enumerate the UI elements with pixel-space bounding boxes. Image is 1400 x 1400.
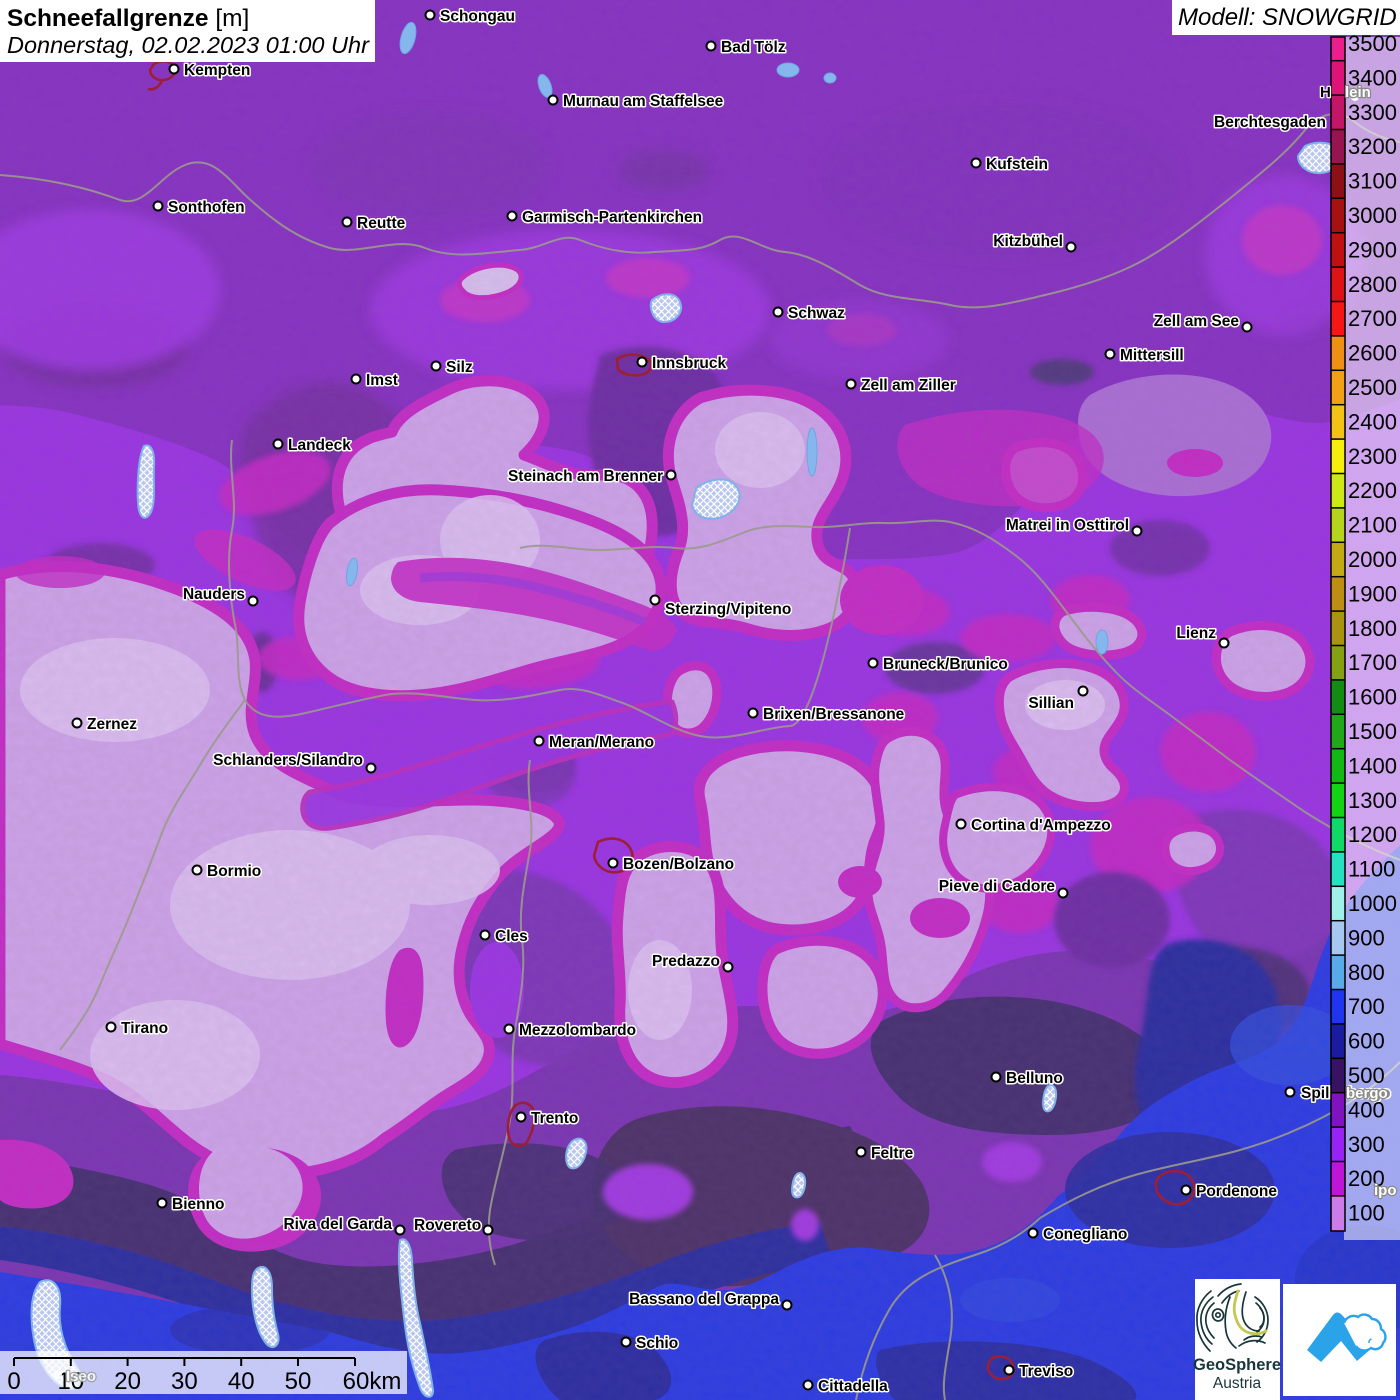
svg-text:ipo: ipo — [1374, 1182, 1397, 1199]
svg-text:2400: 2400 — [1348, 409, 1397, 434]
svg-text:Schwaz: Schwaz — [788, 305, 845, 322]
svg-text:Iseo: Iseo — [66, 1368, 96, 1385]
svg-text:2800: 2800 — [1348, 272, 1397, 297]
svg-text:Sonthofen: Sonthofen — [168, 199, 245, 216]
svg-text:Sterzing/Vipiteno: Sterzing/Vipiteno — [665, 601, 791, 618]
svg-text:100: 100 — [1348, 1201, 1385, 1226]
svg-text:1300: 1300 — [1348, 788, 1397, 813]
svg-text:Sillian: Sillian — [1028, 695, 1074, 712]
svg-text:3300: 3300 — [1348, 100, 1397, 125]
svg-text:Zernez: Zernez — [87, 716, 137, 733]
svg-text:1600: 1600 — [1348, 685, 1397, 710]
svg-text:1900: 1900 — [1348, 581, 1397, 606]
svg-text:20: 20 — [114, 1368, 141, 1395]
svg-text:Bormio: Bormio — [207, 863, 261, 880]
svg-text:Mittersill: Mittersill — [1120, 347, 1184, 364]
svg-text:1100: 1100 — [1348, 857, 1395, 882]
svg-text:Pordenone: Pordenone — [1196, 1183, 1277, 1200]
svg-text:Kufstein: Kufstein — [986, 156, 1048, 173]
svg-text:Bassano del Grappa: Bassano del Grappa — [629, 1291, 779, 1308]
svg-text:Lienz: Lienz — [1176, 625, 1216, 642]
svg-text:Kitzbühel: Kitzbühel — [993, 233, 1063, 250]
svg-text:Riva del Garda: Riva del Garda — [283, 1216, 392, 1233]
svg-text:Bad Tölz: Bad Tölz — [721, 39, 786, 56]
svg-text:Rovereto: Rovereto — [414, 1217, 481, 1234]
svg-text:Meran/Merano: Meran/Merano — [549, 734, 654, 751]
svg-text:Trento: Trento — [531, 1110, 578, 1127]
svg-text:Belluno: Belluno — [1006, 1070, 1063, 1087]
svg-text:900: 900 — [1348, 925, 1385, 950]
svg-text:60km: 60km — [343, 1368, 402, 1395]
svg-text:H: H — [1320, 84, 1331, 101]
svg-text:Pieve di Cadore: Pieve di Cadore — [939, 878, 1056, 895]
svg-text:Steinach am Brenner: Steinach am Brenner — [508, 468, 663, 485]
svg-text:1200: 1200 — [1348, 822, 1397, 847]
svg-text:lein: lein — [1345, 84, 1371, 101]
svg-text:bergo: bergo — [1346, 1085, 1388, 1102]
svg-text:Nauders: Nauders — [183, 586, 245, 603]
svg-text:Zell am Ziller: Zell am Ziller — [861, 377, 956, 394]
svg-text:Predazzo: Predazzo — [652, 953, 720, 970]
svg-text:600: 600 — [1348, 1029, 1385, 1054]
svg-text:1500: 1500 — [1348, 719, 1397, 744]
svg-text:Cles: Cles — [495, 928, 528, 945]
svg-text:GeoSphere: GeoSphere — [1193, 1356, 1281, 1374]
svg-text:Treviso: Treviso — [1019, 1363, 1073, 1380]
svg-text:Bozen/Bolzano: Bozen/Bolzano — [623, 856, 734, 873]
svg-text:Garmisch-Partenkirchen: Garmisch-Partenkirchen — [522, 209, 702, 226]
svg-text:1800: 1800 — [1348, 616, 1397, 641]
svg-text:Modell: SNOWGRID: Modell: SNOWGRID — [1178, 4, 1397, 31]
svg-text:Landeck: Landeck — [288, 437, 351, 454]
svg-text:1400: 1400 — [1348, 753, 1397, 778]
svg-text:Bruneck/Brunico: Bruneck/Brunico — [883, 656, 1008, 673]
svg-text:Bienno: Bienno — [172, 1196, 225, 1213]
svg-text:2200: 2200 — [1348, 478, 1397, 503]
svg-text:3200: 3200 — [1348, 134, 1397, 159]
svg-text:3100: 3100 — [1348, 169, 1397, 194]
svg-text:2900: 2900 — [1348, 237, 1397, 262]
svg-text:Conegliano: Conegliano — [1043, 1226, 1127, 1243]
svg-text:Kempten: Kempten — [184, 62, 250, 79]
svg-text:Schio: Schio — [636, 1335, 678, 1352]
svg-text:Cittadella: Cittadella — [818, 1378, 888, 1395]
svg-text:Tirano: Tirano — [121, 1020, 168, 1037]
svg-text:3000: 3000 — [1348, 203, 1397, 228]
svg-text:Reutte: Reutte — [357, 215, 406, 232]
svg-text:Austria: Austria — [1213, 1375, 1262, 1392]
svg-text:700: 700 — [1348, 994, 1385, 1019]
svg-text:Innsbruck: Innsbruck — [652, 355, 726, 372]
svg-text:2500: 2500 — [1348, 375, 1397, 400]
svg-text:0: 0 — [7, 1368, 20, 1395]
svg-text:Feltre: Feltre — [871, 1145, 914, 1162]
svg-text:Murnau am Staffelsee: Murnau am Staffelsee — [563, 93, 724, 110]
svg-text:2600: 2600 — [1348, 341, 1397, 366]
svg-text:Matrei in Osttirol: Matrei in Osttirol — [1006, 517, 1129, 534]
svg-text:Brixen/Bressanone: Brixen/Bressanone — [763, 706, 905, 723]
svg-text:Schneefallgrenze [m]: Schneefallgrenze [m] — [7, 5, 249, 32]
svg-text:2700: 2700 — [1348, 306, 1397, 331]
svg-text:Imst: Imst — [366, 372, 398, 389]
svg-text:50: 50 — [285, 1368, 312, 1395]
svg-text:Schlanders/Silandro: Schlanders/Silandro — [213, 752, 363, 769]
svg-text:1700: 1700 — [1348, 650, 1397, 675]
svg-text:800: 800 — [1348, 960, 1385, 985]
svg-text:Cortina d'Ampezzo: Cortina d'Ampezzo — [971, 817, 1111, 834]
svg-text:Schongau: Schongau — [440, 8, 515, 25]
svg-text:300: 300 — [1348, 1132, 1385, 1157]
svg-text:30: 30 — [171, 1368, 198, 1395]
svg-text:Donnerstag, 02.02.2023 01:00 U: Donnerstag, 02.02.2023 01:00 Uhr — [7, 32, 370, 58]
svg-text:2000: 2000 — [1348, 547, 1397, 572]
svg-text:Zell am See: Zell am See — [1154, 313, 1240, 330]
svg-text:Silz: Silz — [446, 359, 473, 376]
svg-text:40: 40 — [228, 1368, 255, 1395]
svg-text:2100: 2100 — [1348, 513, 1397, 538]
svg-text:Mezzolombardo: Mezzolombardo — [519, 1022, 636, 1039]
svg-text:1000: 1000 — [1348, 891, 1397, 916]
svg-text:Berchtesgaden: Berchtesgaden — [1214, 114, 1326, 131]
svg-text:2300: 2300 — [1348, 444, 1397, 469]
